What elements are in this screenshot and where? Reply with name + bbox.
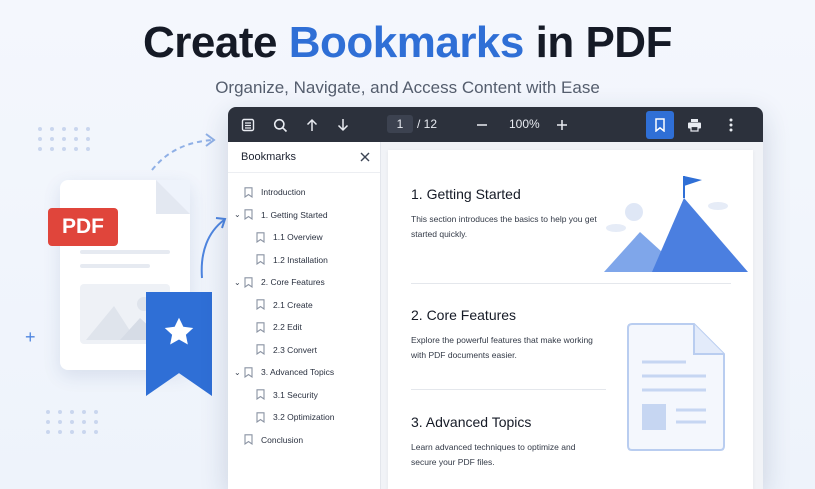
bookmark-label: 1. Getting Started bbox=[261, 209, 328, 220]
bookmark-item[interactable]: 3.1 Security bbox=[256, 387, 318, 403]
decor-dots-top bbox=[38, 127, 92, 151]
more-icon bbox=[729, 118, 733, 132]
hero-title-accent: Bookmarks bbox=[288, 18, 525, 67]
section-advanced-topics: 3. Advanced Topics Learn advanced techni… bbox=[411, 414, 601, 470]
pdf-badge: PDF bbox=[48, 208, 118, 246]
print-icon bbox=[687, 119, 701, 132]
bookmark-item[interactable]: 1.2 Installation bbox=[256, 252, 328, 268]
zoom-in-icon bbox=[557, 120, 567, 130]
document-page: 1. Getting Started This section introduc… bbox=[388, 150, 753, 489]
bookmark-item[interactable]: Introduction bbox=[244, 184, 305, 200]
pdf-viewer-window: 1 / 12 100% Bookmarks Introduction ⌄ 1. Ge… bbox=[228, 107, 763, 489]
bookmark-item[interactable]: 2.1 Create bbox=[256, 297, 313, 313]
close-icon[interactable] bbox=[360, 152, 370, 162]
section-body: This section introduces the basics to he… bbox=[411, 214, 597, 239]
current-page-input[interactable]: 1 bbox=[387, 115, 413, 133]
search-icon bbox=[273, 118, 287, 132]
total-pages-label: / 12 bbox=[417, 117, 438, 131]
bookmark-label: 1.1 Overview bbox=[273, 232, 323, 242]
section-body: Explore the powerful features that make … bbox=[411, 335, 593, 360]
hero-title-end: in PDF bbox=[523, 18, 673, 67]
bookmark-label: 2.3 Convert bbox=[273, 344, 317, 355]
bookmark-icon bbox=[244, 434, 253, 445]
section-core-features: 2. Core Features Explore the powerful fe… bbox=[411, 307, 601, 363]
bookmarks-button[interactable] bbox=[646, 111, 674, 139]
bookmark-icon bbox=[655, 118, 665, 132]
bookmark-icon bbox=[256, 344, 265, 355]
bookmark-label: Introduction bbox=[261, 187, 306, 197]
print-button[interactable] bbox=[681, 112, 707, 138]
bookmark-item[interactable]: 2.3 Convert bbox=[256, 342, 317, 358]
next-page-button[interactable] bbox=[330, 112, 356, 138]
zoom-level[interactable]: 100% bbox=[509, 117, 540, 131]
more-options-button[interactable] bbox=[718, 112, 744, 138]
zoom-out-button[interactable] bbox=[469, 112, 495, 138]
bookmark-icon bbox=[256, 411, 265, 423]
bookmark-label: 3. Advanced Topics bbox=[261, 367, 335, 377]
bookmark-item[interactable]: Conclusion bbox=[244, 432, 303, 448]
arrow-up-icon bbox=[306, 118, 318, 131]
sidebar-icon bbox=[241, 118, 255, 132]
zoom-in-button[interactable] bbox=[549, 112, 575, 138]
bookmark-label: 2.2 Edit bbox=[273, 322, 302, 332]
previous-page-button[interactable] bbox=[299, 112, 325, 138]
document-outline-icon bbox=[627, 323, 725, 451]
search-button[interactable] bbox=[267, 112, 293, 138]
bookmark-icon bbox=[244, 209, 253, 220]
bookmark-icon bbox=[244, 276, 253, 288]
bookmark-label: 3.2 Optimization bbox=[273, 412, 335, 422]
chevron-down-icon[interactable]: ⌄ bbox=[234, 278, 244, 287]
bookmark-item[interactable]: 2.2 Edit bbox=[256, 319, 302, 335]
sidebar-header: Bookmarks bbox=[228, 142, 380, 173]
sidebar-title: Bookmarks bbox=[241, 151, 297, 163]
bookmark-item[interactable]: ⌄ 3. Advanced Topics bbox=[234, 364, 334, 380]
bookmark-label: 2.1 Create bbox=[273, 299, 313, 310]
bookmark-icon bbox=[256, 299, 265, 310]
pdf-illustration: PDF bbox=[48, 180, 238, 410]
section-heading: 3. Advanced Topics bbox=[411, 414, 532, 430]
bookmark-icon bbox=[256, 321, 265, 333]
bookmark-icon bbox=[256, 389, 265, 400]
section-heading: 1. Getting Started bbox=[411, 186, 521, 202]
bookmark-item[interactable]: ⌄ 1. Getting Started bbox=[234, 207, 328, 223]
decor-dashed-arrow-icon bbox=[151, 133, 216, 171]
bookmark-label: 1.2 Installation bbox=[273, 254, 328, 265]
sidebar-toggle-button[interactable] bbox=[235, 112, 261, 138]
bookmark-item[interactable]: 1.1 Overview bbox=[256, 229, 323, 245]
decor-plus-icon: + bbox=[25, 327, 36, 347]
bookmark-icon bbox=[256, 231, 265, 243]
chevron-down-icon[interactable]: ⌄ bbox=[234, 210, 244, 219]
mountain-flag-icon bbox=[604, 176, 748, 272]
bookmark-icon bbox=[256, 254, 265, 265]
star-icon bbox=[164, 317, 194, 345]
hero-subtitle: Organize, Navigate, and Access Content w… bbox=[215, 78, 600, 97]
section-divider bbox=[411, 283, 731, 284]
bookmark-ribbon-icon bbox=[146, 292, 212, 396]
section-body: Learn advanced techniques to optimize an… bbox=[411, 442, 576, 467]
bookmark-item[interactable]: ⌄ 2. Core Features bbox=[234, 274, 325, 290]
zoom-out-icon bbox=[477, 124, 487, 126]
toolbar: 1 / 12 100% bbox=[228, 107, 763, 142]
bookmarks-sidebar: Bookmarks Introduction ⌄ 1. Getting Starte… bbox=[228, 142, 381, 489]
bookmark-label: Conclusion bbox=[261, 434, 304, 445]
bookmark-icon bbox=[244, 366, 253, 378]
bookmark-label: 3.1 Security bbox=[273, 389, 318, 400]
section-divider bbox=[411, 389, 606, 390]
bookmark-label: 2. Core Features bbox=[261, 277, 325, 287]
hero-title: Create Bookmarks in PDF bbox=[0, 18, 815, 68]
section-getting-started: 1. Getting Started This section introduc… bbox=[411, 186, 601, 242]
hero-title-main: Create bbox=[143, 18, 289, 67]
arrow-down-icon bbox=[337, 119, 349, 132]
bookmark-item[interactable]: 3.2 Optimization bbox=[256, 409, 334, 425]
decor-dots-bottom bbox=[46, 410, 100, 434]
bookmark-icon bbox=[244, 186, 253, 198]
chevron-down-icon[interactable]: ⌄ bbox=[234, 368, 244, 377]
section-heading: 2. Core Features bbox=[411, 307, 517, 323]
